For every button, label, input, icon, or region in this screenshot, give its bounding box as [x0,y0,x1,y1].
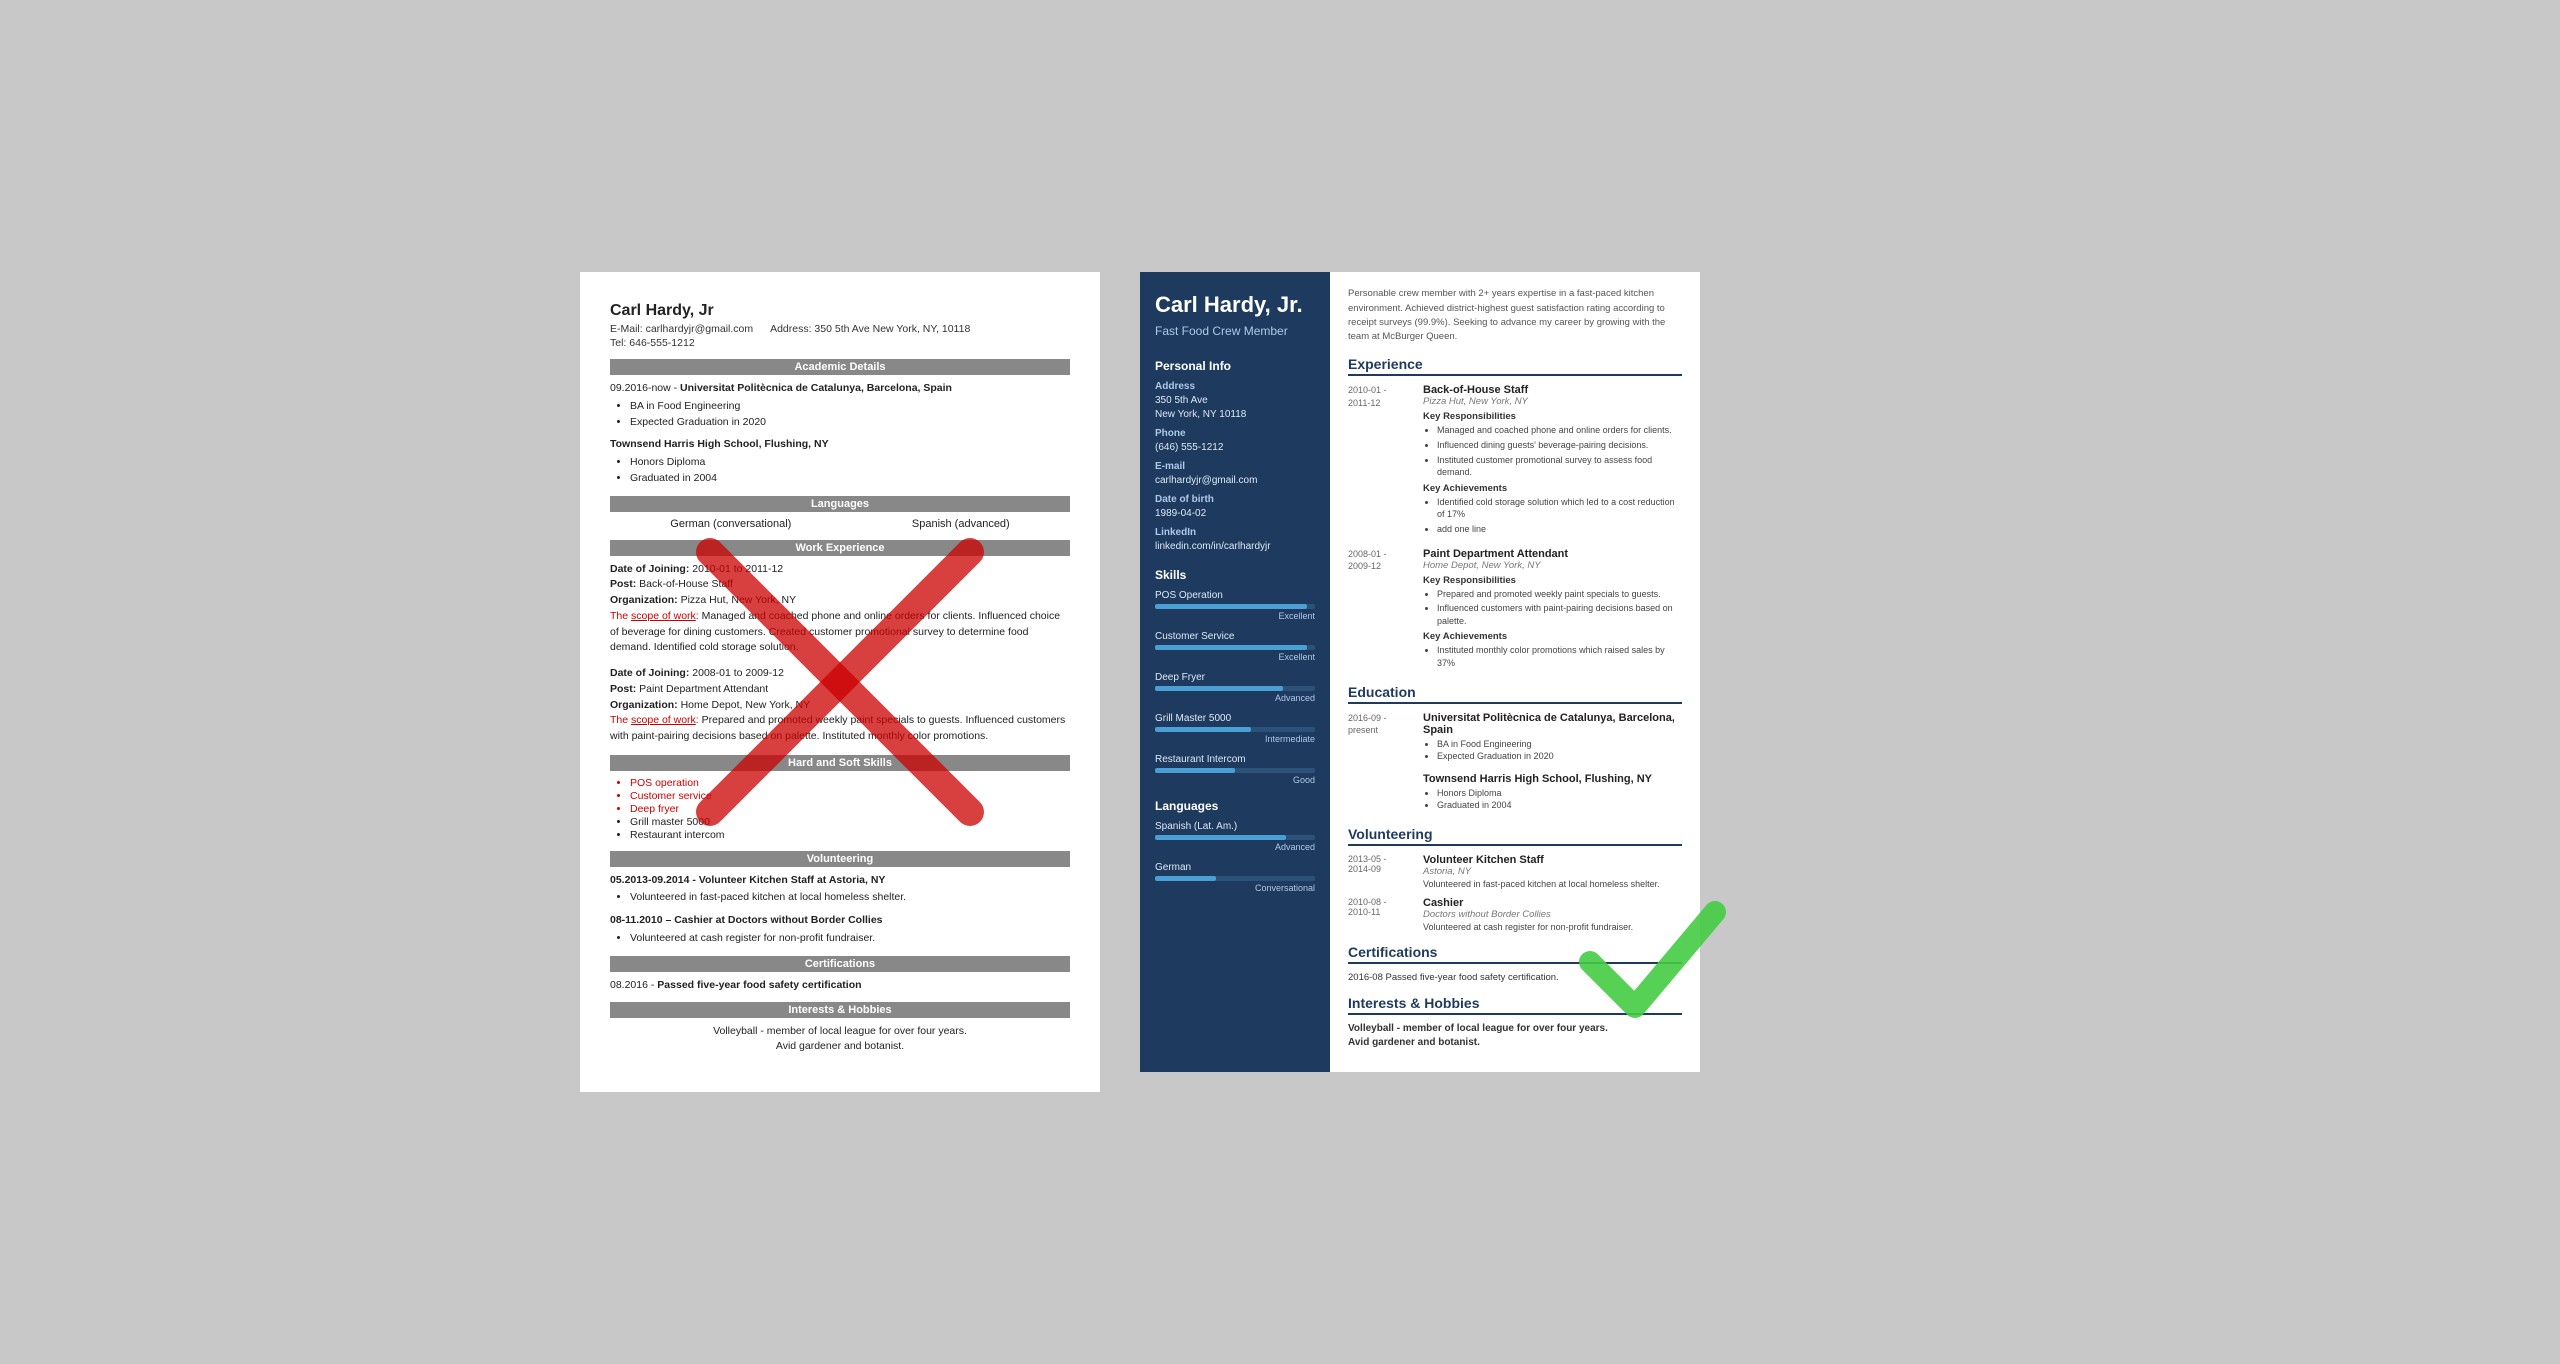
edu-entry: Townsend Harris High School, Flushing, N… [1348,773,1682,814]
section-work: Work Experience [610,540,1070,556]
skills-title: Skills [1155,568,1315,582]
left-email-line: E-Mail: carlhardyjr@gmail.com Address: 3… [610,323,1070,335]
skills-list: POS operation Customer service Deep frye… [610,777,1070,841]
address-value: 350 5th Ave New York, NY, 10118 [814,323,970,335]
email-value-r: carlhardyjr@gmail.com [1155,474,1315,488]
vol-entry: 2013-05 -2014-09 Volunteer Kitchen Staff… [1348,854,1682,889]
education-entries: 2016-09 -present Universitat Politècnica… [1348,712,1682,814]
address-label: Address: [770,323,811,335]
hobby-item: Volleyball - member of local league for … [1348,1023,1682,1034]
work-entry-1: Date of Joining: 2010-01 to 2011-12 Post… [610,562,1070,657]
vol-entry-1: 05.2013-09.2014 - Volunteer Kitchen Staf… [610,873,1070,905]
skills-bars: POS Operation Excellent Customer Service… [1155,590,1315,785]
section-certifications: Certifications [610,956,1070,972]
skill-grill: Grill master 5000 [630,816,1070,828]
skill-item: Grill Master 5000 Intermediate [1155,713,1315,744]
section-languages: Languages [610,496,1070,512]
volunteering-title: Volunteering [1348,826,1682,846]
dob-label: Date of birth [1155,494,1315,505]
skill-item: Customer Service Excellent [1155,631,1315,662]
languages-title: Languages [1155,799,1315,813]
hobby-item: Avid gardener and botanist. [1348,1037,1682,1048]
linkedin-value: linkedin.com/in/carlhardyjr [1155,540,1315,554]
page-container: Carl Hardy, Jr E-Mail: carlhardyjr@gmail… [580,272,1980,1091]
exp-entry: 2008-01 -2009-12 Paint Department Attend… [1348,548,1682,672]
left-name: Carl Hardy, Jr [610,302,1070,320]
lang-item: Spanish (Lat. Am.) Advanced [1155,821,1315,852]
summary: Personable crew member with 2+ years exp… [1348,287,1682,344]
vol-entry: 2010-08 -2010-11 Cashier Doctors without… [1348,897,1682,932]
section-interests: Interests & Hobbies [610,1002,1070,1018]
cert-entry: 2016-08 Passed five-year food safety cer… [1348,972,1682,983]
academic-entry-1: 09.2016-now - Universitat Politècnica de… [610,381,1070,429]
cert-entry: 08.2016 - Passed five-year food safety c… [610,978,1070,993]
resume-good: Carl Hardy, Jr. Fast Food Crew Member Pe… [1140,272,1700,1072]
volunteering-entries: 2013-05 -2014-09 Volunteer Kitchen Staff… [1348,854,1682,932]
address-value: 350 5th AveNew York, NY 10118 [1155,394,1315,422]
tel-label: Tel: [610,337,626,349]
edu-entry: 2016-09 -present Universitat Politècnica… [1348,712,1682,765]
skill-item: Deep Fryer Advanced [1155,672,1315,703]
linkedin-label: LinkedIn [1155,527,1315,538]
skill-item: POS Operation Excellent [1155,590,1315,621]
vol-entry-2: 08-11.2010 – Cashier at Doctors without … [610,913,1070,945]
email-value: carlhardyjr@gmail.com [646,323,754,335]
resume-bad: Carl Hardy, Jr E-Mail: carlhardyjr@gmail… [580,272,1100,1091]
lang-bars: Spanish (Lat. Am.) Advanced German Conve… [1155,821,1315,893]
phone-label: Phone [1155,428,1315,439]
address-label: Address [1155,381,1315,392]
skill-pos: POS operation [630,777,1070,789]
personal-info-title: Personal Info [1155,359,1315,373]
interests-text: Volleyball - member of local league for … [610,1024,1070,1053]
skill-customer: Customer service [630,790,1070,802]
experience-entries: 2010-01 -2011-12 Back-of-House Staff Piz… [1348,384,1682,671]
skill-item: Restaurant Intercom Good [1155,754,1315,785]
lang-item: German Conversational [1155,862,1315,893]
exp-entry: 2010-01 -2011-12 Back-of-House Staff Piz… [1348,384,1682,537]
email-label: E-Mail: [610,323,643,335]
section-skills: Hard and Soft Skills [610,755,1070,771]
section-volunteering: Volunteering [610,851,1070,867]
phone-value: (646) 555-1212 [1155,441,1315,455]
main-content: Personable crew member with 2+ years exp… [1330,272,1700,1072]
lang-german: German (conversational) [670,518,791,530]
interests-title: Interests & Hobbies [1348,995,1682,1015]
hobby-entries: Volleyball - member of local league for … [1348,1023,1682,1048]
email-label-r: E-mail [1155,461,1315,472]
languages-row: German (conversational) Spanish (advance… [610,518,1070,530]
skill-fryer: Deep fryer [630,803,1070,815]
certification-entries: 2016-08 Passed five-year food safety cer… [1348,972,1682,983]
dob-value: 1989-04-02 [1155,507,1315,521]
lang-spanish: Spanish (advanced) [912,518,1010,530]
experience-title: Experience [1348,356,1682,376]
left-tel-line: Tel: 646-555-1212 [610,337,1070,349]
tel-value: 646-555-1212 [629,337,694,349]
education-title: Education [1348,684,1682,704]
work-entry-2: Date of Joining: 2008-01 to 2009-12 Post… [610,666,1070,745]
academic-entry-2: Townsend Harris High School, Flushing, N… [610,437,1070,485]
certifications-title: Certifications [1348,944,1682,964]
sidebar-name: Carl Hardy, Jr. [1155,292,1315,318]
sidebar: Carl Hardy, Jr. Fast Food Crew Member Pe… [1140,272,1330,1072]
section-academic: Academic Details [610,359,1070,375]
sidebar-title: Fast Food Crew Member [1155,324,1315,340]
skill-intercom: Restaurant intercom [630,829,1070,841]
